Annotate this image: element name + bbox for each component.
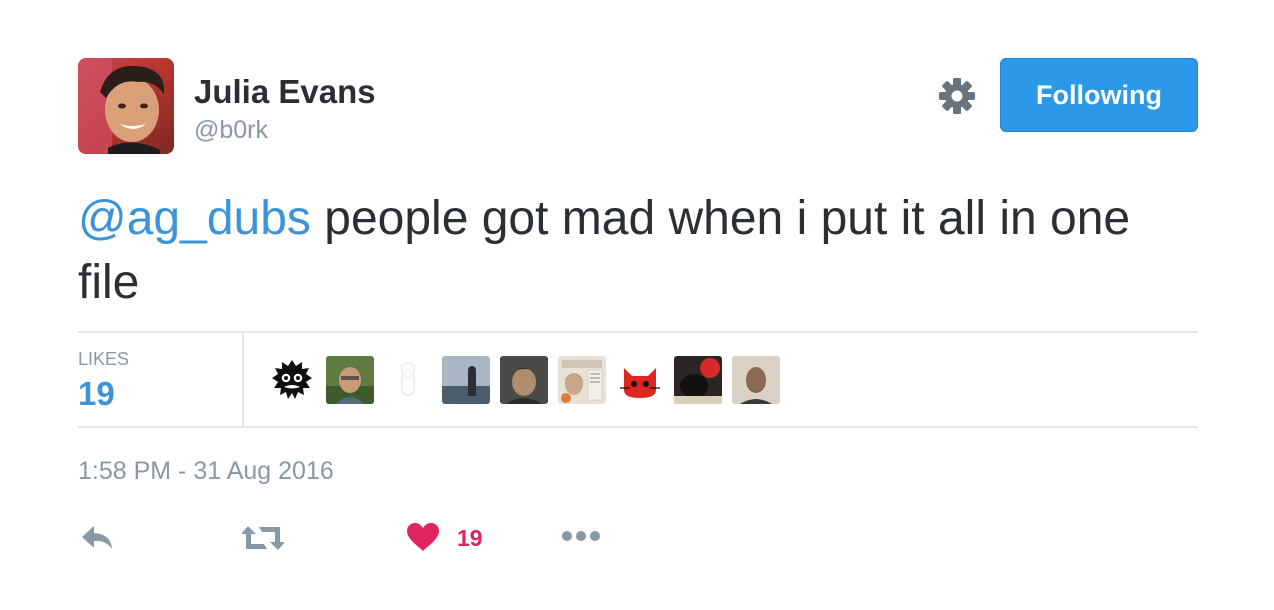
- more-icon[interactable]: [560, 528, 602, 549]
- stats-divider-top: [78, 331, 1198, 333]
- liker-avatar[interactable]: [326, 356, 374, 404]
- liker-avatar[interactable]: [500, 356, 548, 404]
- liker-avatar[interactable]: [732, 356, 780, 404]
- following-button[interactable]: Following: [1000, 58, 1198, 132]
- author-avatar[interactable]: [78, 58, 174, 154]
- liker-avatar[interactable]: [384, 356, 432, 404]
- liker-avatar[interactable]: [558, 356, 606, 404]
- tweet-text: @ag_dubs people got mad when i put it al…: [78, 187, 1198, 315]
- liker-avatar[interactable]: [674, 356, 722, 404]
- likes-count[interactable]: 19: [78, 374, 115, 414]
- like-action-count[interactable]: 19: [457, 524, 483, 552]
- liker-avatar[interactable]: [616, 356, 664, 404]
- mention-link[interactable]: @ag_dubs: [78, 192, 311, 245]
- gear-icon[interactable]: [937, 76, 977, 116]
- liker-avatar[interactable]: [268, 356, 316, 404]
- stats-divider-bottom: [78, 426, 1198, 428]
- likes-label: LIKES: [78, 349, 130, 369]
- heart-icon[interactable]: [406, 522, 440, 557]
- stats-separator: [242, 333, 244, 426]
- reply-icon[interactable]: [80, 524, 116, 557]
- tweet-timestamp[interactable]: 1:58 PM - 31 Aug 2016: [78, 456, 334, 486]
- author-name[interactable]: Julia Evans: [194, 72, 376, 112]
- retweet-icon[interactable]: [241, 524, 285, 557]
- liker-avatar[interactable]: [442, 356, 490, 404]
- avatar-image: [78, 58, 174, 154]
- author-handle[interactable]: @b0rk: [194, 114, 268, 146]
